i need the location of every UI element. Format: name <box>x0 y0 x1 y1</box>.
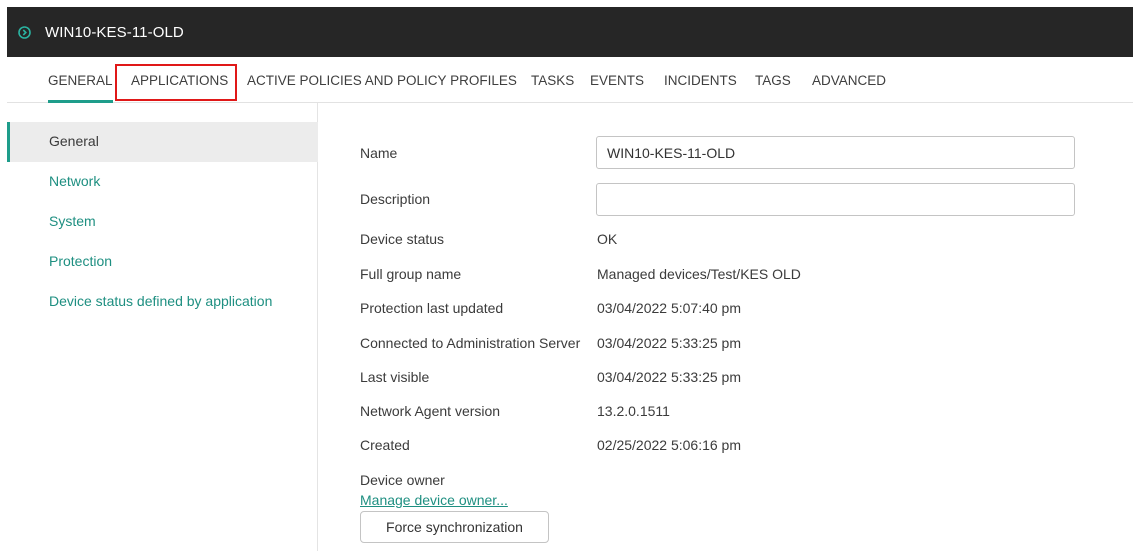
protection-last-updated-label: Protection last updated <box>360 300 504 316</box>
name-label: Name <box>360 145 398 161</box>
tab-general[interactable]: GENERAL <box>48 73 113 103</box>
manage-device-owner-link[interactable]: Manage device owner... <box>360 492 508 508</box>
device-status-label: Device status <box>360 231 445 247</box>
name-input[interactable] <box>596 136 1075 169</box>
network-agent-version-value: 13.2.0.1511 <box>597 403 670 419</box>
sidebar-item-system[interactable]: System <box>7 202 318 242</box>
tab-events[interactable]: EVENTS <box>590 73 644 101</box>
created-label: Created <box>360 437 410 453</box>
created-value: 02/25/2022 5:06:16 pm <box>597 437 742 453</box>
full-group-name-value: Managed devices/Test/KES OLD <box>597 266 801 282</box>
tab-incidents[interactable]: INCIDENTS <box>664 73 737 101</box>
section-sidebar: General Network System Protection Device… <box>7 103 318 551</box>
full-group-name-label: Full group name <box>360 266 462 282</box>
tab-advanced[interactable]: ADVANCED <box>812 73 886 101</box>
connected-to-server-value: 03/04/2022 5:33:25 pm <box>597 335 742 351</box>
tab-tasks[interactable]: TASKS <box>531 73 574 101</box>
title-bar: WIN10-KES-11-OLD <box>7 7 1133 57</box>
device-owner-label: Device owner <box>360 472 445 488</box>
connected-to-server-label: Connected to Administration Server <box>360 335 581 351</box>
device-title: WIN10-KES-11-OLD <box>45 23 184 41</box>
sidebar-item-general[interactable]: General <box>7 122 318 162</box>
tab-bar: GENERAL APPLICATIONS ACTIVE POLICIES AND… <box>7 57 1133 103</box>
last-visible-label: Last visible <box>360 369 430 385</box>
force-synchronization-button[interactable]: Force synchronization <box>360 511 549 543</box>
description-input[interactable] <box>596 183 1075 216</box>
chevron-circle-icon[interactable] <box>18 25 31 39</box>
tab-applications[interactable]: APPLICATIONS <box>131 73 228 101</box>
sidebar-item-network[interactable]: Network <box>7 162 318 202</box>
protection-last-updated-value: 03/04/2022 5:07:40 pm <box>597 300 742 316</box>
sidebar-item-protection[interactable]: Protection <box>7 242 318 282</box>
sidebar-item-device-status[interactable]: Device status defined by application <box>7 282 318 322</box>
tab-active-policies[interactable]: ACTIVE POLICIES AND POLICY PROFILES <box>247 73 517 101</box>
tab-tags[interactable]: TAGS <box>755 73 791 101</box>
description-label: Description <box>360 191 431 207</box>
device-status-value: OK <box>597 231 618 247</box>
network-agent-version-label: Network Agent version <box>360 403 501 419</box>
last-visible-value: 03/04/2022 5:33:25 pm <box>597 369 742 385</box>
